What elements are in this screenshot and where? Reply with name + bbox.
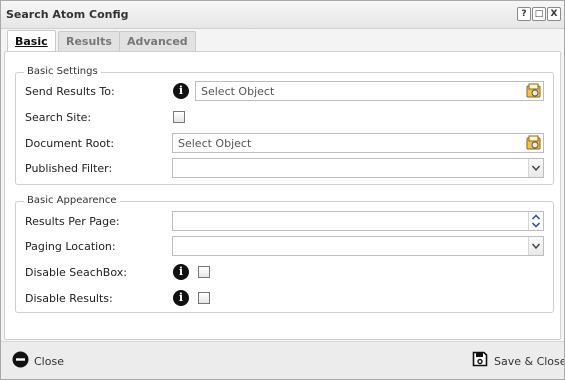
disable-results-label: Disable Results: (25, 292, 113, 305)
published-filter-dropdown[interactable] (528, 159, 543, 177)
tab-results-label: Results (66, 35, 112, 48)
paging-location-select[interactable] (172, 236, 544, 256)
save-close-button-label: Save & Close (494, 355, 565, 368)
send-results-to-label: Send Results To: (25, 85, 115, 98)
basic-settings-legend: Basic Settings (24, 66, 101, 77)
results-per-page-spinner[interactable] (528, 212, 543, 230)
basic-appearance-legend: Basic Appearence (24, 195, 120, 206)
tab-basic[interactable]: Basic (7, 30, 56, 52)
document-root-label: Document Root: (25, 137, 115, 150)
disable-searchbox-checkbox[interactable] (198, 266, 210, 278)
tab-basic-label: Basic (15, 35, 48, 48)
published-filter-label: Published Filter: (25, 162, 113, 175)
search-site-label: Search Site: (25, 111, 92, 124)
tab-bar: Basic Results Advanced (1, 28, 564, 52)
info-icon[interactable]: i (173, 83, 189, 99)
info-icon[interactable]: i (173, 264, 189, 280)
basic-settings-group: Basic Settings Send Results To: i Select… (15, 66, 554, 185)
close-button[interactable]: Close (12, 351, 72, 371)
dialog-footer: Close Save & Close (1, 341, 564, 379)
send-results-to-field[interactable]: Select Object (195, 81, 544, 101)
close-circle-icon (12, 351, 29, 368)
dialog-title: Search Atom Config (6, 8, 129, 21)
floppy-disk-icon (472, 351, 488, 367)
tab-content-panel: Basic Settings Send Results To: i Select… (4, 51, 561, 340)
send-results-to-placeholder: Select Object (201, 85, 275, 98)
object-picker-icon[interactable] (526, 135, 542, 151)
chevron-down-icon (531, 243, 541, 250)
basic-appearance-group: Basic Appearence Results Per Page: Pagin… (15, 195, 554, 313)
chevron-down-icon (531, 165, 541, 172)
tab-results[interactable]: Results (58, 31, 120, 51)
tab-advanced[interactable]: Advanced (119, 31, 196, 51)
tab-advanced-label: Advanced (127, 35, 188, 48)
document-root-field[interactable]: Select Object (172, 133, 544, 153)
spinner-arrows-icon (531, 214, 541, 228)
object-picker-icon[interactable] (526, 83, 542, 99)
close-button-label: Close (34, 355, 64, 368)
info-icon[interactable]: i (173, 290, 189, 306)
search-site-checkbox[interactable] (173, 111, 185, 123)
disable-results-checkbox[interactable] (198, 292, 210, 304)
title-bar: Search Atom Config ? □ X (1, 1, 564, 29)
published-filter-select[interactable] (172, 158, 544, 178)
help-button[interactable]: ? (517, 7, 531, 21)
paging-location-label: Paging Location: (25, 240, 116, 253)
close-window-button[interactable]: X (547, 7, 561, 21)
results-per-page-label: Results Per Page: (25, 215, 120, 228)
save-close-button[interactable]: Save & Close (472, 351, 564, 371)
results-per-page-field[interactable] (172, 211, 544, 231)
disable-searchbox-label: Disable SeachBox: (25, 266, 127, 279)
maximize-button[interactable]: □ (532, 7, 546, 21)
paging-location-dropdown[interactable] (528, 237, 543, 255)
document-root-placeholder: Select Object (178, 137, 252, 150)
search-atom-config-dialog: Search Atom Config ? □ X Basic Results A… (0, 0, 565, 380)
